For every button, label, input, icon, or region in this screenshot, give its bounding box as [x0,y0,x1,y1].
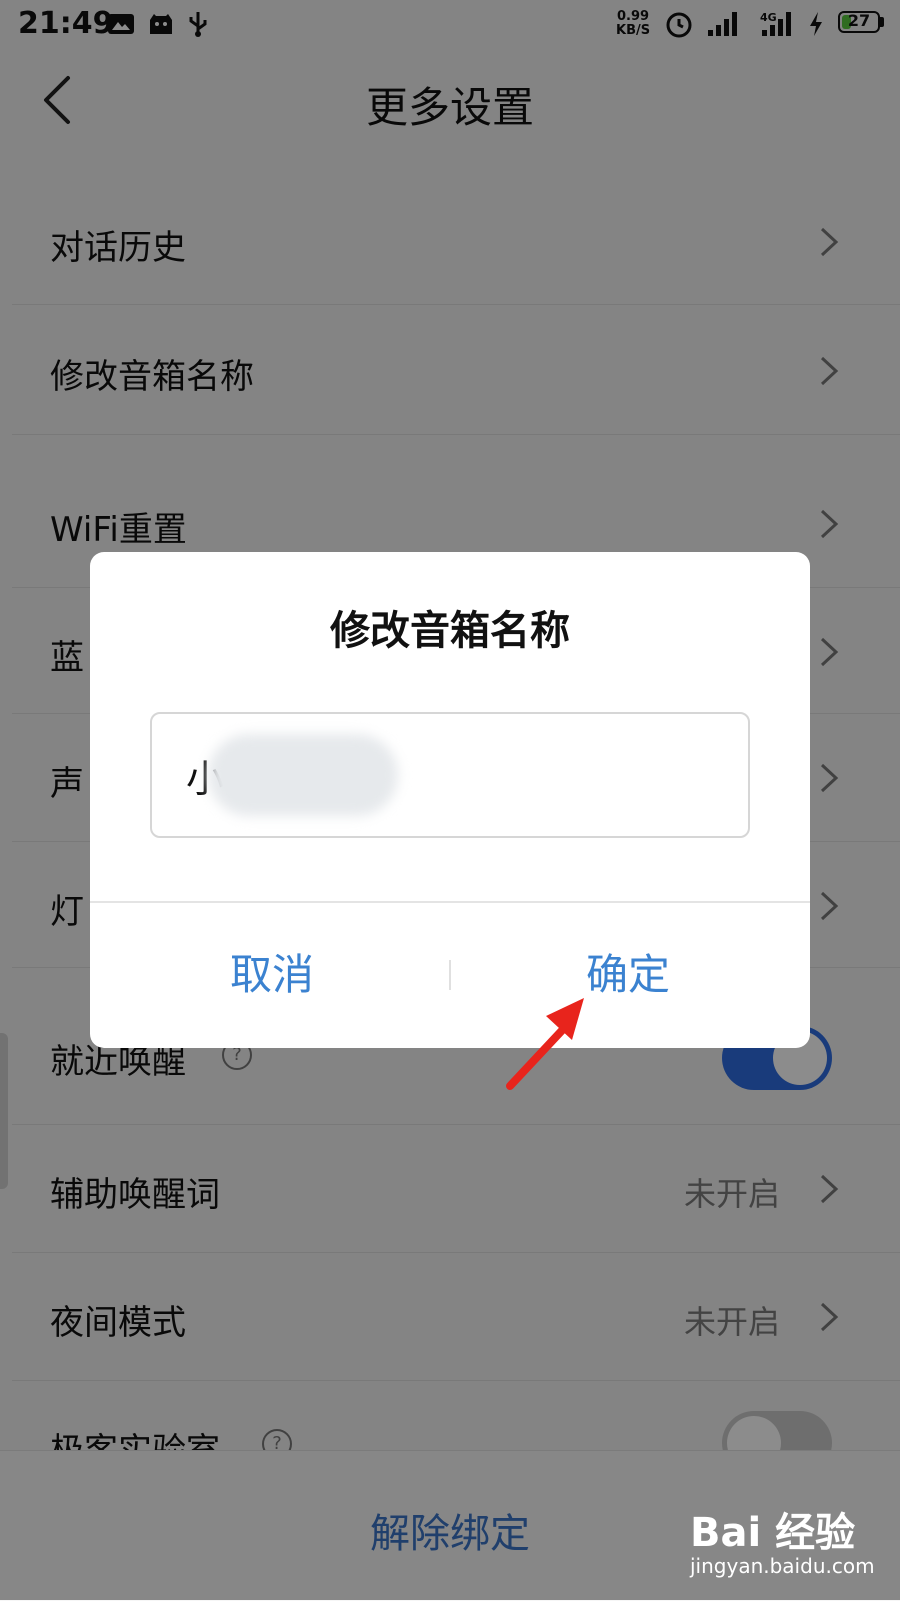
cancel-button[interactable]: 取消 [122,940,422,1010]
dialog-divider [90,901,810,903]
annotation-arrow-icon [506,998,584,1090]
screen: 21:49 0.99 KB/S 4G 27 更多设置 对话历史 修改音箱名称 W… [0,0,900,1601]
baidu-jingyan-watermark: Bai 经验 jingyan.baidu.com [690,1500,890,1590]
button-divider [449,960,451,990]
watermark-logo: Bai 经验 [690,1510,856,1556]
privacy-blur [208,734,398,816]
rename-dialog: 修改音箱名称 取消 确定 [90,552,810,1048]
dialog-title: 修改音箱名称 [330,608,570,654]
watermark-url: jingyan.baidu.com [690,1554,875,1578]
